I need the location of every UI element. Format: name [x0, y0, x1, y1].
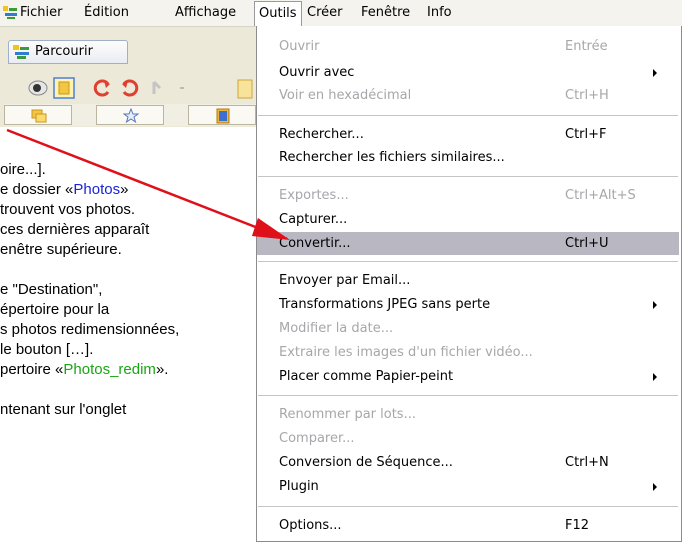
- menu-item-conversion-sequence[interactable]: Conversion de Séquence... Ctrl+N: [257, 451, 679, 474]
- star-icon: [123, 108, 139, 124]
- menu-separator: [258, 176, 678, 177]
- menu-fichier[interactable]: Fichier: [20, 4, 63, 22]
- browser-toolbar: [4, 72, 256, 104]
- menu-separator: [258, 261, 678, 262]
- folder-photos-link: Photos: [73, 181, 121, 198]
- tutorial-line: e dossier «Photos»: [0, 181, 129, 198]
- view-thumbnails-button[interactable]: [4, 105, 72, 125]
- menu-item-convertir[interactable]: Convertir... Ctrl+U: [257, 232, 679, 255]
- album-icon: [216, 108, 230, 124]
- tutorial-line: trouvent vos photos.: [0, 201, 136, 218]
- page-icon[interactable]: [232, 76, 256, 100]
- view-mode-bar: [4, 104, 256, 126]
- view-favorites-button[interactable]: [96, 105, 164, 125]
- browse-icon: [13, 45, 29, 59]
- menu-info[interactable]: Info: [427, 4, 452, 22]
- preview-eye-icon[interactable]: [26, 76, 50, 100]
- menu-item-ouvrir-avec[interactable]: Ouvrir avec: [257, 61, 679, 84]
- menu-creer[interactable]: Créer: [307, 4, 342, 22]
- tutorial-line: e "Destination",: [0, 281, 103, 298]
- folder-view-icon[interactable]: [52, 76, 76, 100]
- dropdown-arrow-icon[interactable]: [174, 76, 198, 100]
- menu-affichage[interactable]: Affichage: [175, 4, 236, 22]
- submenu-arrow-icon: [653, 69, 657, 77]
- tab-parcourir[interactable]: Parcourir: [8, 40, 128, 64]
- menu-item-jpeg-transform[interactable]: Transformations JPEG sans perte: [257, 293, 679, 316]
- menu-item-ouvrir[interactable]: Ouvrir Entrée: [257, 35, 679, 58]
- menu-edition[interactable]: Édition: [84, 4, 129, 22]
- view-albums-button[interactable]: [188, 105, 256, 125]
- menu-item-capturer[interactable]: Capturer...: [257, 208, 679, 231]
- menu-bar: Fichier Édition Affichage Outils Créer F…: [0, 0, 682, 27]
- menu-item-plugin[interactable]: Plugin: [257, 475, 679, 498]
- tutorial-line: s photos redimensionnées,: [0, 321, 180, 338]
- menu-item-modifier-date[interactable]: Modifier la date...: [257, 317, 679, 340]
- submenu-arrow-icon: [653, 373, 657, 381]
- menu-item-options[interactable]: Options... F12: [257, 514, 679, 537]
- tutorial-line: ntenant sur l'onglet: [0, 401, 127, 418]
- tutorial-line: ces dernières apparaît: [0, 221, 150, 238]
- menu-separator: [258, 115, 678, 116]
- tutorial-line: pertoire «Photos_redim».: [0, 361, 169, 378]
- submenu-arrow-icon: [653, 301, 657, 309]
- tab-parcourir-label: Parcourir: [35, 44, 93, 59]
- menu-separator: [258, 395, 678, 396]
- submenu-arrow-icon: [653, 483, 657, 491]
- menu-item-email[interactable]: Envoyer par Email...: [257, 269, 679, 292]
- menu-item-rechercher[interactable]: Rechercher... Ctrl+F: [257, 123, 679, 146]
- tutorial-line: oire...].: [0, 161, 46, 178]
- menu-item-exportes[interactable]: Exportes... Ctrl+Alt+S: [257, 184, 679, 207]
- tutorial-line: le bouton […].: [0, 341, 94, 358]
- folder-photos-redim-link: Photos_redim: [63, 361, 156, 378]
- menu-item-comparer[interactable]: Comparer...: [257, 427, 679, 450]
- menu-item-hexadecimal[interactable]: Voir en hexadécimal Ctrl+H: [257, 84, 679, 107]
- app-icon: [3, 6, 17, 19]
- menu-item-papier-peint[interactable]: Placer comme Papier-peint: [257, 365, 679, 388]
- tutorial-text: oire...]. e dossier «Photos» trouvent vo…: [0, 128, 256, 542]
- menu-fenetre[interactable]: Fenêtre: [361, 4, 410, 22]
- thumbnails-icon: [31, 109, 47, 123]
- rotate-right-icon[interactable]: [118, 76, 142, 100]
- menu-outils[interactable]: Outils: [254, 1, 302, 26]
- tutorial-line: épertoire pour la: [0, 301, 110, 318]
- outils-menu: Ouvrir Entrée Ouvrir avec Voir en hexadéc…: [256, 26, 682, 542]
- rotate-disabled-icon[interactable]: [146, 76, 170, 100]
- tutorial-line: enêtre supérieure.: [0, 241, 122, 258]
- rotate-left-icon[interactable]: [90, 76, 114, 100]
- menu-separator: [258, 506, 678, 507]
- menu-item-extraire-video[interactable]: Extraire les images d'un fichier vidéo..…: [257, 341, 679, 364]
- menu-item-renommer[interactable]: Renommer par lots...: [257, 403, 679, 426]
- menu-item-rechercher-similaires[interactable]: Rechercher les fichiers similaires...: [257, 146, 679, 169]
